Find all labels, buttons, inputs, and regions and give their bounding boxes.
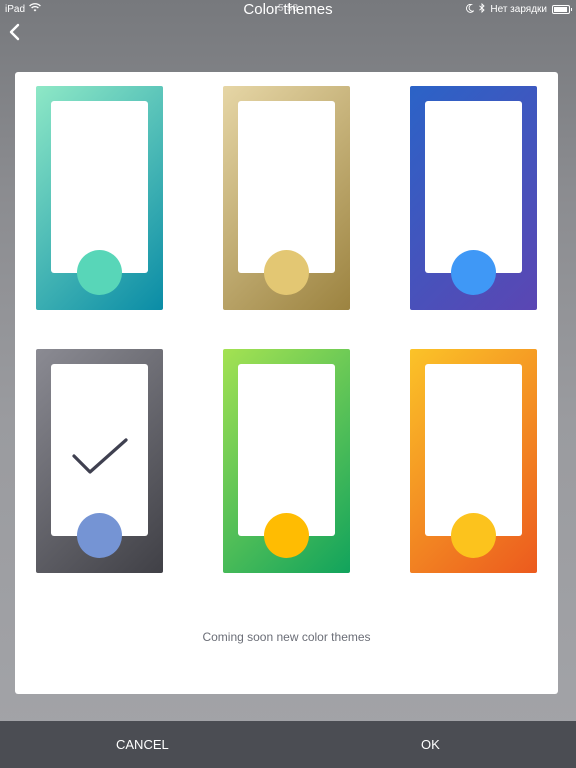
coming-soon-note: Coming soon new color themes <box>202 630 371 644</box>
back-button[interactable] <box>7 22 25 42</box>
theme-accent-dot <box>264 250 309 295</box>
theme-preview-screen <box>238 101 335 273</box>
checkmark-icon <box>71 437 129 482</box>
theme-option-2[interactable] <box>223 86 350 310</box>
theme-preview-screen <box>51 101 148 273</box>
theme-preview-screen <box>425 364 522 536</box>
theme-accent-dot <box>451 250 496 295</box>
theme-accent-dot <box>264 513 309 558</box>
theme-option-5[interactable] <box>223 349 350 573</box>
cancel-button[interactable]: CANCEL <box>116 721 169 768</box>
theme-accent-dot <box>77 513 122 558</box>
page-title: Color themes <box>243 1 333 18</box>
theme-preview-screen <box>238 364 335 536</box>
theme-preview-screen <box>425 101 522 273</box>
theme-accent-dot <box>451 513 496 558</box>
themes-panel: Coming soon new color themes <box>15 72 558 694</box>
bottom-bar: CANCEL OK <box>0 721 576 768</box>
theme-option-6[interactable] <box>410 349 537 573</box>
theme-option-4[interactable] <box>36 349 163 573</box>
chevron-left-icon <box>9 23 20 41</box>
theme-option-1[interactable] <box>36 86 163 310</box>
theme-option-3[interactable] <box>410 86 537 310</box>
ok-button[interactable]: OK <box>421 721 440 768</box>
theme-accent-dot <box>77 250 122 295</box>
